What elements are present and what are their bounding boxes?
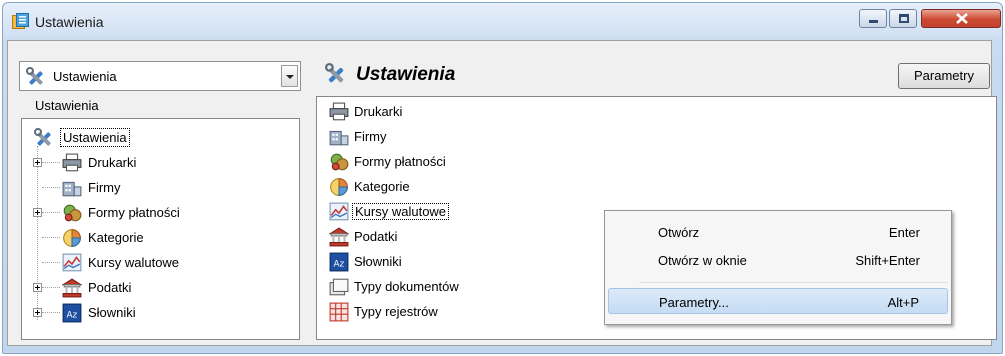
- tree-item[interactable]: Formy płatności: [22, 203, 292, 225]
- tree-item-label: Drukarki: [88, 155, 137, 170]
- tree-item[interactable]: Firmy: [22, 178, 292, 200]
- context-menu-item[interactable]: Otwórz w oknie Shift+Enter: [608, 247, 948, 273]
- tree-connector: [42, 237, 60, 238]
- list-item[interactable]: Słowniki: [327, 252, 567, 274]
- list-item[interactable]: Formy płatności: [327, 152, 567, 174]
- tree-item-label: Podatki: [88, 280, 132, 295]
- tree-item-label: Formy płatności: [88, 205, 180, 220]
- payment-icon: [330, 153, 349, 171]
- list-item-label: Kursy walutowe: [352, 203, 450, 220]
- title-bar[interactable]: Ustawienia: [3, 3, 1002, 39]
- expand-icon[interactable]: [33, 308, 42, 317]
- close-icon: [956, 13, 968, 24]
- pie-chart-icon: [63, 229, 81, 247]
- chart-line-icon: [329, 202, 349, 221]
- tree-connector: [42, 287, 60, 288]
- list-item-label: Firmy: [354, 129, 387, 144]
- combo-value: Ustawienia: [53, 69, 117, 84]
- settings-tree[interactable]: Ustawienia Drukarki Firmy Formy płatności K…: [21, 118, 300, 340]
- list-item-label: Podatki: [354, 229, 398, 244]
- list-item-label: Typy rejestrów: [354, 304, 438, 319]
- tree-item[interactable]: Słowniki: [22, 303, 292, 325]
- menu-item-label: Otwórz w oknie: [658, 253, 747, 268]
- tree-item-label: Kursy walutowe: [88, 255, 180, 270]
- parameters-button-label: Parametry: [914, 68, 974, 83]
- pane-caption: Ustawienia: [35, 98, 99, 113]
- tree-item-label: Kategorie: [88, 230, 144, 245]
- list-item-label: Drukarki: [354, 104, 403, 119]
- context-menu[interactable]: Otwórz Enter Otwórz w oknie Shift+Enter Para…: [604, 210, 952, 325]
- list-item-label: Słowniki: [354, 254, 402, 269]
- menu-item-shortcut: Alt+P: [887, 295, 919, 310]
- menu-item-shortcut: Enter: [888, 225, 920, 240]
- list-item[interactable]: Kategorie: [327, 177, 567, 199]
- payment-icon: [63, 204, 82, 222]
- tree-item-label: Słowniki: [88, 305, 136, 320]
- menu-item-shortcut: Shift+Enter: [855, 253, 920, 268]
- minimize-button[interactable]: [859, 9, 887, 28]
- list-item[interactable]: Drukarki: [327, 102, 567, 124]
- tree-connector: [42, 312, 60, 313]
- tree-item[interactable]: Drukarki: [22, 153, 292, 175]
- menu-item-label: Otwórz: [658, 225, 700, 240]
- chart-line-icon: [62, 253, 82, 272]
- menu-item-label: Parametry...: [659, 295, 729, 310]
- expand-icon[interactable]: [33, 283, 42, 292]
- printer-icon: [329, 102, 349, 121]
- maximize-icon: [899, 14, 909, 23]
- tools-icon: [26, 67, 45, 87]
- tree-connector: [42, 262, 60, 263]
- content-header: Ustawienia: [318, 58, 997, 91]
- combo-dropdown-button[interactable]: [281, 65, 298, 87]
- tree-connector: [42, 212, 60, 213]
- close-button[interactable]: [921, 9, 1001, 28]
- tree-connector: [42, 187, 60, 188]
- window-title: Ustawienia: [35, 14, 104, 30]
- tools-icon: [325, 63, 345, 84]
- tree-item-label: Firmy: [88, 180, 121, 195]
- tools-icon: [34, 128, 53, 148]
- document-type-icon: [329, 278, 349, 296]
- tree-item[interactable]: Kategorie: [22, 228, 292, 250]
- list-item-label: Kategorie: [354, 179, 410, 194]
- list-item[interactable]: Typy dokumentów: [327, 277, 567, 299]
- maximize-button[interactable]: [889, 9, 917, 28]
- minimize-icon: [869, 20, 878, 23]
- dictionary-icon: [329, 252, 349, 272]
- expand-icon[interactable]: [33, 158, 42, 167]
- list-item[interactable]: Typy rejestrów: [327, 302, 567, 324]
- list-item[interactable]: Firmy: [327, 127, 567, 149]
- register-type-icon: [329, 302, 349, 322]
- list-item-label: Formy płatności: [354, 154, 446, 169]
- pie-chart-icon: [330, 178, 348, 196]
- tree-connector: [42, 162, 60, 163]
- content-title: Ustawienia: [356, 64, 456, 85]
- context-menu-item[interactable]: Parametry... Alt+P: [608, 288, 948, 314]
- settings-window-icon: [12, 13, 29, 29]
- printer-icon: [62, 153, 82, 172]
- list-item-label: Typy dokumentów: [354, 279, 459, 294]
- parameters-button[interactable]: Parametry: [898, 63, 990, 89]
- list-item[interactable]: Kursy walutowe: [327, 202, 567, 224]
- tree-item[interactable]: Kursy walutowe: [22, 253, 292, 275]
- context-menu-item[interactable]: Otwórz Enter: [608, 219, 948, 245]
- bank-icon: [62, 278, 82, 298]
- bank-icon: [329, 227, 349, 247]
- tree-root-label: Ustawienia: [60, 128, 130, 147]
- menu-separator: [639, 282, 948, 283]
- settings-combo[interactable]: Ustawienia: [19, 61, 301, 91]
- tree-item[interactable]: Podatki: [22, 278, 292, 300]
- dictionary-icon: [62, 303, 82, 323]
- company-icon: [329, 130, 349, 146]
- company-icon: [62, 181, 82, 197]
- chevron-down-icon: [286, 75, 294, 79]
- expand-icon[interactable]: [33, 208, 42, 217]
- list-item[interactable]: Podatki: [327, 227, 567, 249]
